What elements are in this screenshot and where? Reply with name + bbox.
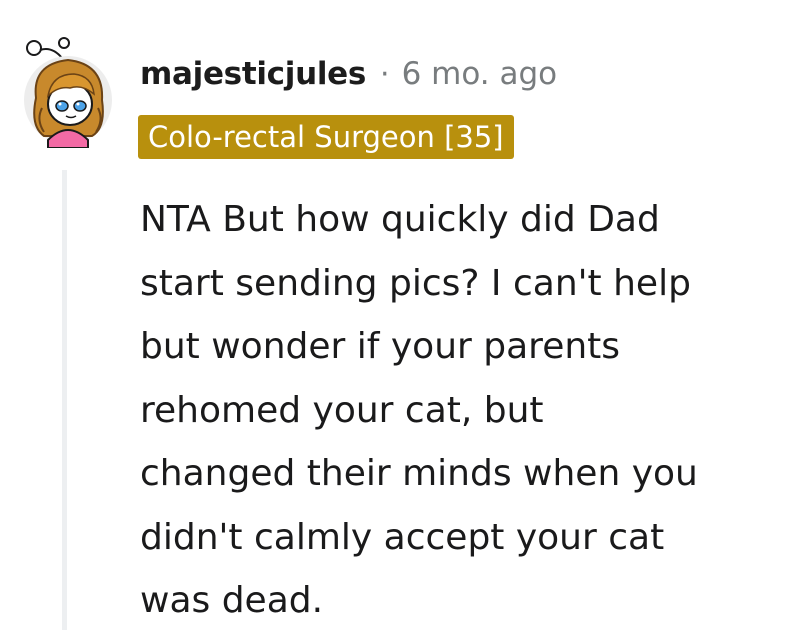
comment-text-line: but wonder if your parents [140,326,621,367]
comment-text-line: rehomed your cat, but [140,389,544,431]
comment-text-line: was dead. [140,580,324,621]
user-avatar[interactable] [22,36,114,148]
comment-text-line: changed their minds when you [140,453,698,494]
username-link[interactable]: majesticjules [140,56,366,92]
comment-text-line: didn't calmly accept your cat [140,516,665,558]
comment-text-line: start sending pics? I can't help [140,262,691,304]
comment-threadline[interactable] [62,170,67,630]
meta-separator: · [380,57,390,92]
comment-text-line: NTA But how quickly did Dad [140,199,660,240]
user-flair-badge: Colo-rectal Surgeon [35] [138,115,514,159]
comment-body: NTA But how quickly did Dad start sendin… [140,188,780,633]
timestamp[interactable]: 6 mo. ago [402,56,558,92]
comment-header: majesticjules · 6 mo. ago [140,56,557,92]
